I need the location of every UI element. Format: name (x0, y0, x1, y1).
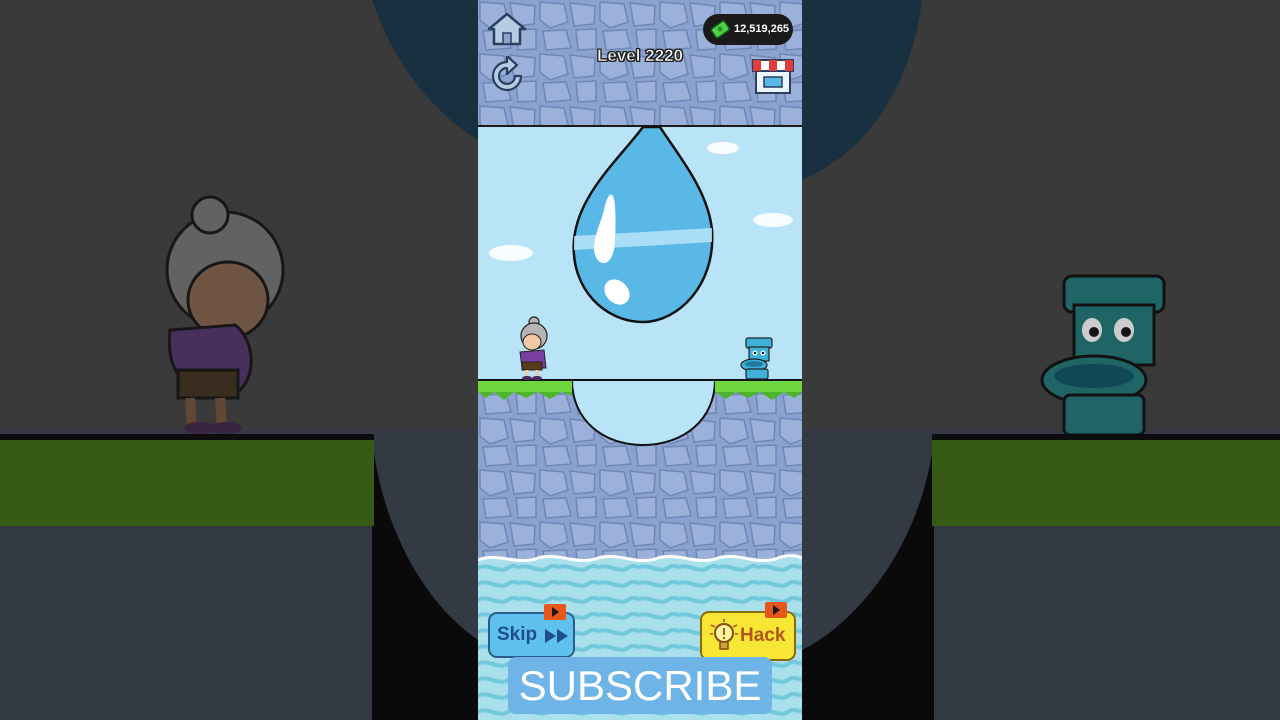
hack-video-badge (765, 602, 787, 618)
play-video-icon (773, 605, 780, 615)
hack-button[interactable]: Hack (700, 611, 796, 661)
play-video-icon (552, 607, 559, 617)
shop-button[interactable] (752, 57, 794, 95)
cash-amount: 12,519,265 (734, 23, 790, 35)
fast-forward-icon (545, 629, 568, 643)
hack-label: Hack (740, 625, 786, 646)
subscribe-button[interactable]: SUBSCRIBE (508, 657, 772, 714)
restart-icon (491, 54, 523, 92)
home-icon (487, 12, 527, 46)
background-left (0, 0, 478, 720)
skip-label: Skip (497, 624, 538, 645)
skip-video-badge (544, 604, 566, 620)
level-title: Level 2220 (596, 46, 684, 66)
cash-counter: 12,519,265 (703, 14, 793, 45)
shop-icon (752, 59, 794, 94)
cash-icon (710, 20, 730, 39)
restart-button[interactable] (487, 54, 527, 96)
home-button[interactable] (486, 11, 528, 47)
background-right (802, 0, 1280, 720)
lightbulb-icon (710, 619, 738, 650)
